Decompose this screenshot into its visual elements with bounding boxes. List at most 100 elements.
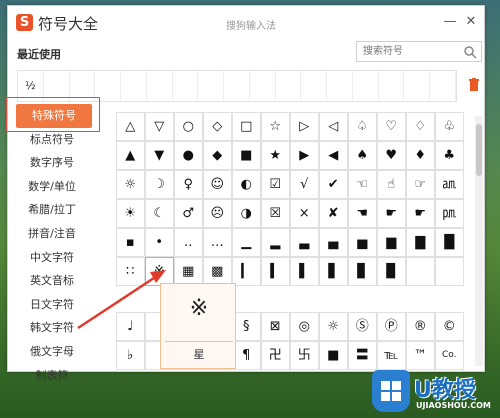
recent-symbol-cell[interactable] <box>121 71 147 101</box>
recent-symbol-cell[interactable] <box>353 71 379 101</box>
symbol-cell[interactable]: ▁ <box>232 228 261 257</box>
symbol-cell[interactable]: ▌ <box>290 257 319 286</box>
search-input[interactable] <box>357 42 461 61</box>
symbol-cell[interactable]: 卍 <box>261 341 290 370</box>
symbol-cell[interactable]: • <box>145 228 174 257</box>
symbol-cell[interactable]: ☛ <box>377 199 406 228</box>
recent-symbol-cell[interactable] <box>379 71 405 101</box>
symbol-cell[interactable]: ™ <box>406 341 435 370</box>
symbol-cell[interactable]: ◎ <box>290 312 319 341</box>
symbol-cell[interactable]: ☼ <box>116 170 145 199</box>
sidebar-item[interactable]: 标点符号 <box>6 128 98 152</box>
symbol-cell[interactable]: 〓 <box>348 341 377 370</box>
sidebar-item[interactable]: 制表符 <box>6 364 98 388</box>
symbol-cell[interactable]: ✔ <box>319 170 348 199</box>
recent-symbol-cell[interactable] <box>198 71 225 101</box>
symbol-cell[interactable]: ■ <box>319 341 348 370</box>
symbol-cell[interactable]: ▼ <box>145 141 174 170</box>
recent-symbol-cell[interactable] <box>430 71 457 101</box>
sidebar-item[interactable]: 英文音标 <box>6 269 98 293</box>
symbol-cell[interactable]: ☾ <box>145 199 174 228</box>
symbol-cell[interactable]: ▪ <box>116 228 145 257</box>
recent-symbol-cell[interactable] <box>404 71 431 101</box>
symbol-cell[interactable]: Co. <box>435 341 464 370</box>
symbol-cell[interactable]: … <box>203 228 232 257</box>
sidebar-item[interactable]: 中文字符 <box>6 246 98 270</box>
symbol-cell[interactable]: ♣ <box>435 141 464 170</box>
symbol-cell[interactable]: ☆ <box>261 112 290 141</box>
symbol-cell[interactable]: ■ <box>232 141 261 170</box>
symbol-cell[interactable]: ☽ <box>145 170 174 199</box>
symbol-cell[interactable]: ◁ <box>319 112 348 141</box>
symbol-cell[interactable]: ☝ <box>377 170 406 199</box>
symbol-cell[interactable]: ◑ <box>232 199 261 228</box>
symbol-cell[interactable]: ▍ <box>261 257 290 286</box>
symbol-cell[interactable]: ▄ <box>319 228 348 257</box>
symbol-cell[interactable] <box>406 257 435 286</box>
symbol-cell[interactable]: ♢ <box>406 112 435 141</box>
symbol-cell[interactable]: ® <box>406 312 435 341</box>
symbol-cell[interactable]: ○ <box>174 112 203 141</box>
symbol-cell[interactable]: ▆ <box>377 228 406 257</box>
symbol-cell[interactable]: ♀ <box>174 170 203 199</box>
symbol-cell[interactable]: ℡ <box>377 341 406 370</box>
symbol-cell[interactable]: ▃ <box>290 228 319 257</box>
symbol-cell[interactable]: ◇ <box>203 112 232 141</box>
symbol-cell[interactable]: ● <box>174 141 203 170</box>
symbol-cell[interactable]: ♤ <box>348 112 377 141</box>
minimize-icon[interactable]: — <box>442 14 458 30</box>
symbol-cell[interactable] <box>435 257 464 286</box>
symbol-cell[interactable]: ◀ <box>319 141 348 170</box>
symbol-cell[interactable]: ☹ <box>203 199 232 228</box>
symbol-cell[interactable]: ‥ <box>174 228 203 257</box>
recent-symbol-cell[interactable] <box>147 71 173 101</box>
symbol-cell[interactable]: ★ <box>261 141 290 170</box>
symbol-cell[interactable]: Ⓟ <box>377 312 406 341</box>
symbol-cell[interactable]: ▇ <box>406 228 435 257</box>
symbol-cell[interactable]: 卐 <box>290 341 319 370</box>
symbol-cell[interactable]: △ <box>116 112 145 141</box>
symbol-cell[interactable]: ▎ <box>232 257 261 286</box>
symbol-cell[interactable]: ♧ <box>435 112 464 141</box>
recent-symbol-cell[interactable] <box>224 71 250 101</box>
symbol-cell[interactable]: ♠ <box>348 141 377 170</box>
symbol-cell[interactable]: ▊ <box>348 257 377 286</box>
symbol-cell[interactable]: ◆ <box>203 141 232 170</box>
symbol-cell[interactable]: × <box>290 199 319 228</box>
symbol-cell[interactable]: Ⓢ <box>348 312 377 341</box>
symbol-cell[interactable]: ☒ <box>261 199 290 228</box>
symbol-cell[interactable]: ▦ <box>174 257 203 286</box>
symbol-cell[interactable]: █ <box>435 228 464 257</box>
recent-symbol-cell[interactable] <box>173 71 199 101</box>
sidebar-item[interactable]: 特殊符号 <box>16 104 92 128</box>
symbol-cell[interactable]: ⊠ <box>261 312 290 341</box>
symbol-cell[interactable]: ▶ <box>290 141 319 170</box>
scroll-thumb[interactable] <box>476 124 482 176</box>
symbol-cell[interactable]: ▲ <box>116 141 145 170</box>
sidebar-item[interactable]: 拼音/注音 <box>6 222 98 246</box>
symbol-cell[interactable]: ♥ <box>377 141 406 170</box>
symbol-cell[interactable]: ☀ <box>116 199 145 228</box>
symbol-scrollbar[interactable] <box>475 116 483 366</box>
symbol-cell[interactable]: ♩ <box>116 312 145 341</box>
symbol-cell[interactable]: √ <box>290 170 319 199</box>
sidebar-item[interactable]: 韩文字符 <box>6 316 98 340</box>
symbol-cell[interactable]: ✘ <box>319 199 348 228</box>
symbol-cell[interactable]: ☚ <box>348 199 377 228</box>
close-icon[interactable]: ✕ <box>463 14 479 30</box>
symbol-cell[interactable]: ※ <box>145 257 174 286</box>
sidebar-item[interactable]: 数学/单位 <box>6 175 98 199</box>
symbol-cell[interactable]: ♂ <box>174 199 203 228</box>
symbol-cell[interactable]: ☑ <box>261 170 290 199</box>
sidebar-item[interactable]: 希腊/拉丁 <box>6 198 98 222</box>
symbol-cell[interactable]: ▽ <box>145 112 174 141</box>
symbol-cell[interactable]: ♭ <box>116 341 145 370</box>
symbol-cell[interactable]: ☼ <box>319 312 348 341</box>
symbol-cell[interactable]: ☞ <box>406 170 435 199</box>
symbol-cell[interactable]: ▷ <box>290 112 319 141</box>
symbol-cell[interactable]: ▂ <box>261 228 290 257</box>
symbol-cell[interactable]: ▉ <box>377 257 406 286</box>
symbol-cell[interactable]: ☜ <box>348 170 377 199</box>
sidebar-item[interactable]: 日文字符 <box>6 293 98 317</box>
search-box[interactable] <box>356 41 482 62</box>
